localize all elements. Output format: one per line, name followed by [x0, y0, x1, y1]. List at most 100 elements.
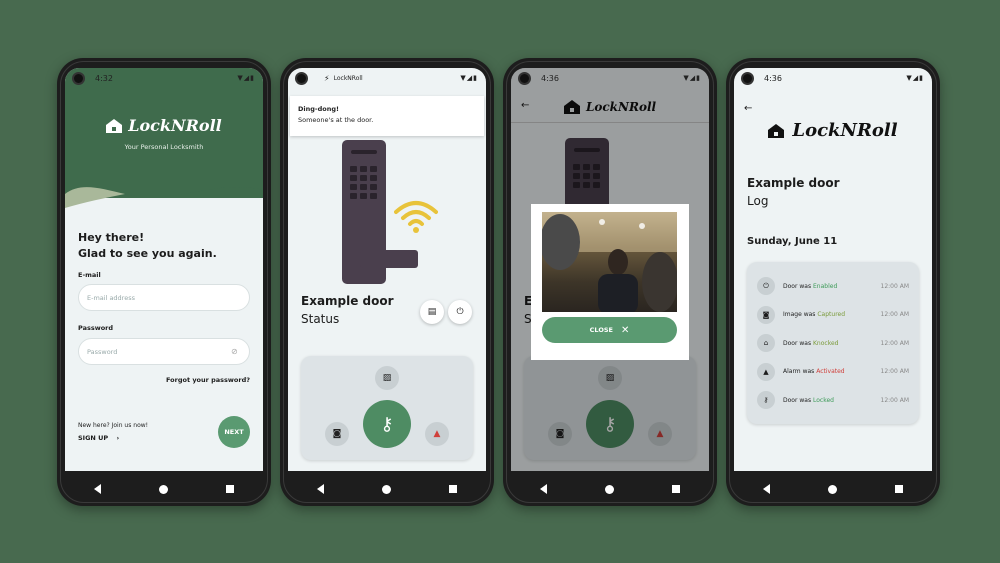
log-action: Enabled	[813, 282, 838, 290]
status-bar: ⚡ LockNRoll ▼◢▮	[288, 68, 486, 88]
nav-back-icon[interactable]	[763, 484, 770, 494]
status-time: 4:36	[541, 73, 559, 83]
key-icon: ⚷	[757, 391, 775, 410]
clipboard-icon: ▤	[427, 307, 437, 317]
log-action: Locked	[813, 396, 834, 404]
nav-recents-icon[interactable]	[226, 485, 234, 493]
snapshot-people	[542, 212, 677, 312]
status-icons: ▼◢▮	[906, 74, 924, 82]
gallery-button[interactable]: ▨	[375, 366, 399, 390]
status-screen: ⚡ LockNRoll ▼◢▮ Ding-dong! Someone's at …	[288, 68, 486, 471]
camera-cutout	[518, 72, 531, 85]
status-time: 4:32	[95, 73, 113, 83]
back-arrow-icon[interactable]: ←	[744, 103, 752, 114]
app-logo: LockNRoll	[65, 116, 263, 135]
alarm-button[interactable]: ▲	[425, 422, 449, 446]
status-bar: 4:36 ▼◢▮	[734, 68, 932, 88]
house-icon	[106, 118, 123, 133]
status-icons: ▼◢▮	[683, 74, 701, 82]
notification-app-name: LockNRoll	[333, 74, 363, 82]
nav-recents-icon[interactable]	[895, 485, 903, 493]
chevron-right-icon: ›	[116, 434, 120, 442]
nav-home-icon[interactable]	[605, 484, 614, 494]
phone-login: 4:32 ▼◢▮ LockNRoll Your Personal Locksmi…	[57, 58, 271, 506]
capture-button[interactable]: ◙	[325, 422, 349, 446]
power-button[interactable]: ⏻	[448, 300, 472, 324]
phone-log: 4:36 ▼◢▮ ← LockNRoll Example door Log Su…	[726, 58, 940, 506]
key-icon: ⚷	[380, 413, 394, 435]
forgot-password-link[interactable]: Forgot your password?	[166, 376, 250, 384]
phone-camera: 4:36 ▼◢▮ ← LockNRoll Example door Status…	[503, 58, 717, 506]
nav-recents-icon[interactable]	[449, 485, 457, 493]
wifi-icon	[394, 201, 438, 233]
power-icon: ⏻	[456, 307, 464, 317]
app-tagline: Your Personal Locksmith	[124, 143, 204, 151]
unlock-button[interactable]: ⚷	[363, 400, 411, 448]
log-subject: Door	[783, 339, 798, 347]
phone-status: ⚡ LockNRoll ▼◢▮ Ding-dong! Someone's at …	[280, 58, 494, 506]
nav-back-icon[interactable]	[540, 484, 547, 494]
close-button[interactable]: CLOSE ✕	[542, 317, 677, 343]
app-logo: LockNRoll	[734, 120, 932, 141]
lock-card-slot	[351, 150, 377, 154]
camera-modal: CLOSE ✕	[531, 204, 689, 360]
doorbell-notification[interactable]: Ding-dong! Someone's at the door.	[290, 96, 484, 136]
door-title: Example door	[301, 294, 394, 308]
lock-handle	[360, 250, 418, 268]
log-entry: ▲ Alarm was Activated 12:00 AM	[747, 358, 919, 387]
nav-home-icon[interactable]	[828, 484, 837, 494]
control-panel: ▨ ◙ ⚷ ▲	[301, 356, 473, 460]
nav-back-icon[interactable]	[317, 484, 324, 494]
log-subject: Door	[783, 396, 798, 404]
log-action: Captured	[817, 311, 846, 319]
log-entry: ◙ Image was Captured 12:00 AM	[747, 301, 919, 330]
log-subject: Image	[783, 311, 802, 319]
eye-off-icon[interactable]: ⊘	[231, 347, 241, 357]
log-time: 12:00 AM	[880, 396, 909, 404]
door-icon: ⌂	[757, 334, 775, 353]
camera-cutout	[72, 72, 85, 85]
nav-home-icon[interactable]	[382, 484, 391, 494]
log-verb: was	[803, 311, 816, 319]
log-action: Knocked	[813, 339, 839, 347]
camera-cutout	[295, 72, 308, 85]
camera-snapshot	[542, 212, 677, 312]
log-button[interactable]: ▤	[420, 300, 444, 324]
greeting-line-1: Hey there!	[78, 231, 145, 244]
log-action: Activated	[816, 368, 845, 376]
camera-icon: ◙	[757, 305, 775, 324]
log-time: 12:00 AM	[880, 339, 909, 347]
sign-up-link[interactable]: SIGN UP ›	[78, 434, 119, 442]
door-subtitle: Status	[301, 312, 340, 326]
nav-back-icon[interactable]	[94, 484, 101, 494]
log-entry: ⏻ Door was Enabled 12:00 AM	[747, 272, 919, 301]
next-button[interactable]: NEXT	[218, 416, 250, 448]
close-icon: ✕	[620, 324, 630, 336]
nav-home-icon[interactable]	[159, 484, 168, 494]
notification-title: Ding-dong!	[298, 105, 339, 113]
log-screen: 4:36 ▼◢▮ ← LockNRoll Example door Log Su…	[734, 68, 932, 471]
log-entry: ⌂ Door was Knocked 12:00 AM	[747, 329, 919, 358]
greeting: Hey there! Glad to see you again.	[78, 230, 217, 262]
email-label: E-mail	[78, 271, 101, 279]
password-field[interactable]: Password ⊘	[78, 338, 250, 365]
nav-bar	[65, 476, 263, 502]
login-screen: 4:32 ▼◢▮ LockNRoll Your Personal Locksmi…	[65, 68, 263, 471]
app-name: LockNRoll	[792, 120, 898, 141]
image-icon: ▨	[382, 373, 392, 383]
door-title: Example door	[747, 176, 840, 190]
status-bar: 4:32 ▼◢▮	[65, 68, 263, 88]
log-list: ⏻ Door was Enabled 12:00 AM ◙ Image was …	[747, 262, 919, 424]
camera-screen: 4:36 ▼◢▮ ← LockNRoll Example door Status…	[511, 68, 709, 471]
warning-icon: ▲	[433, 429, 441, 439]
password-placeholder: Password	[87, 347, 118, 356]
nav-recents-icon[interactable]	[672, 485, 680, 493]
log-verb: was	[799, 339, 812, 347]
status-bar: 4:36 ▼◢▮	[511, 68, 709, 88]
log-date: Sunday, June 11	[747, 236, 838, 247]
nav-bar	[734, 476, 932, 502]
log-subtitle: Log	[747, 194, 769, 208]
status-time: 4:36	[764, 73, 782, 83]
email-field[interactable]: E-mail address	[78, 284, 250, 311]
camera-cutout	[741, 72, 754, 85]
